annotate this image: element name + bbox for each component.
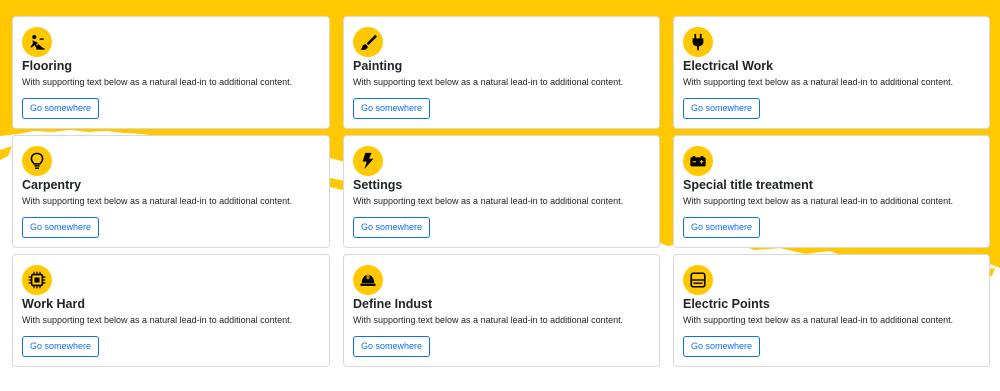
- card-flooring: Flooring With supporting text below as a…: [12, 16, 330, 129]
- worker-icon: [22, 27, 52, 57]
- lightning-icon: [353, 146, 383, 176]
- card-title: Define Indust: [353, 297, 433, 311]
- card-title: Flooring: [22, 59, 72, 73]
- panel-icon: [683, 265, 713, 295]
- card-electric-points: Electric Points With supporting text bel…: [673, 254, 990, 367]
- card-text: With supporting text below as a natural …: [353, 315, 624, 325]
- go-somewhere-button[interactable]: Go somewhere: [22, 98, 100, 119]
- go-somewhere-button[interactable]: Go somewhere: [683, 98, 761, 119]
- card-special-title-treatment: Special title treatment With supporting …: [673, 135, 990, 248]
- go-somewhere-button[interactable]: Go somewhere: [683, 217, 761, 238]
- card-text: With supporting text below as a natural …: [22, 77, 293, 87]
- card-title: Carpentry: [22, 178, 82, 192]
- card-settings: Settings With supporting text below as a…: [343, 135, 660, 248]
- card-title: Work Hard: [22, 297, 85, 311]
- plug-icon: [683, 27, 713, 57]
- hard-hat-icon: [353, 265, 383, 295]
- card-carpentry: Carpentry With supporting text below as …: [12, 135, 330, 248]
- card-text: With supporting text below as a natural …: [353, 196, 624, 206]
- card-text: With supporting text below as a natural …: [353, 77, 624, 87]
- paintbrush-icon: [353, 27, 383, 57]
- services-card-grid: Flooring With supporting text below as a…: [12, 16, 991, 368]
- card-title: Special title treatment: [683, 178, 813, 192]
- go-somewhere-button[interactable]: Go somewhere: [353, 98, 431, 119]
- go-somewhere-button[interactable]: Go somewhere: [353, 217, 431, 238]
- card-text: With supporting text below as a natural …: [683, 196, 954, 206]
- card-electrical-work: Electrical Work With supporting text bel…: [673, 16, 990, 129]
- battery-icon: [683, 146, 713, 176]
- card-work-hard: Work Hard With supporting text below as …: [12, 254, 330, 367]
- cpu-icon: [22, 265, 52, 295]
- card-text: With supporting text below as a natural …: [22, 196, 293, 206]
- card-text: With supporting text below as a natural …: [683, 315, 954, 325]
- go-somewhere-button[interactable]: Go somewhere: [683, 336, 761, 357]
- card-title: Painting: [353, 59, 403, 73]
- card-title: Settings: [353, 178, 403, 192]
- card-text: With supporting text below as a natural …: [22, 315, 293, 325]
- go-somewhere-button[interactable]: Go somewhere: [22, 336, 100, 357]
- go-somewhere-button[interactable]: Go somewhere: [22, 217, 100, 238]
- card-title: Electrical Work: [683, 59, 774, 73]
- lightbulb-icon: [22, 146, 52, 176]
- card-title: Electric Points: [683, 297, 770, 311]
- card-painting: Painting With supporting text below as a…: [343, 16, 660, 129]
- go-somewhere-button[interactable]: Go somewhere: [353, 336, 431, 357]
- card-text: With supporting text below as a natural …: [683, 77, 954, 87]
- card-define-indust: Define Indust With supporting text below…: [343, 254, 660, 367]
